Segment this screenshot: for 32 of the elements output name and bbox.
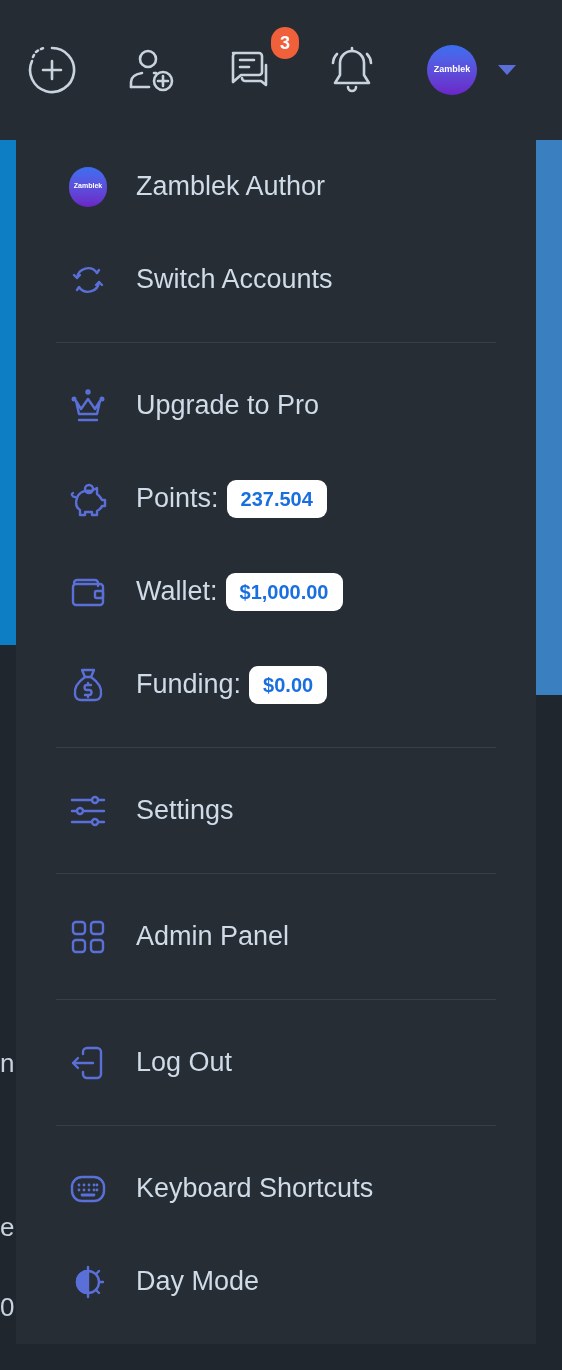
menu-label: Log Out — [136, 1046, 233, 1080]
background-text: 0 — [0, 1291, 16, 1324]
value-badge: $0.00 — [249, 665, 328, 704]
menu-label: Wallet: — [136, 575, 218, 609]
menu-label: Upgrade to Pro — [136, 389, 320, 423]
menu-item[interactable]: Settings — [16, 764, 536, 857]
menu-label: Funding: — [136, 668, 242, 702]
menu-label: Day Mode — [136, 1265, 260, 1299]
profile-avatar[interactable]: Zamblek — [427, 45, 477, 95]
notification-badge: 3 — [271, 27, 299, 59]
menu-item[interactable]: Day Mode — [16, 1235, 536, 1328]
menu-item[interactable]: Keyboard Shortcuts — [16, 1142, 536, 1235]
menu-item[interactable]: Upgrade to Pro — [16, 359, 536, 452]
menu-label: Keyboard Shortcuts — [136, 1172, 374, 1206]
background-text: n — [0, 1047, 16, 1080]
menu-label: Admin Panel — [136, 920, 290, 954]
menu-label: Zamblek Author — [136, 170, 326, 204]
menu-label: Settings — [136, 794, 234, 828]
menu-item[interactable]: Log Out — [16, 1016, 536, 1109]
menu-item[interactable]: Wallet: $1,000.00 — [16, 545, 536, 638]
value-badge: 237.504 — [226, 479, 327, 518]
value-badge: $1,000.00 — [225, 572, 343, 611]
add-circle-icon — [27, 45, 77, 95]
background-text: e — [0, 1211, 16, 1244]
menu-item[interactable]: Switch Accounts — [16, 233, 536, 326]
menu-label: Switch Accounts — [136, 263, 333, 297]
caret-icon — [498, 65, 516, 75]
menu-label: Points: — [136, 482, 219, 516]
create-button[interactable] — [27, 45, 77, 95]
menu-item[interactable]: Funding: $0.00 — [16, 638, 536, 731]
menu-item[interactable]: Admin Panel — [16, 890, 536, 983]
menu-item[interactable]: Points: 237.504 — [16, 452, 536, 545]
